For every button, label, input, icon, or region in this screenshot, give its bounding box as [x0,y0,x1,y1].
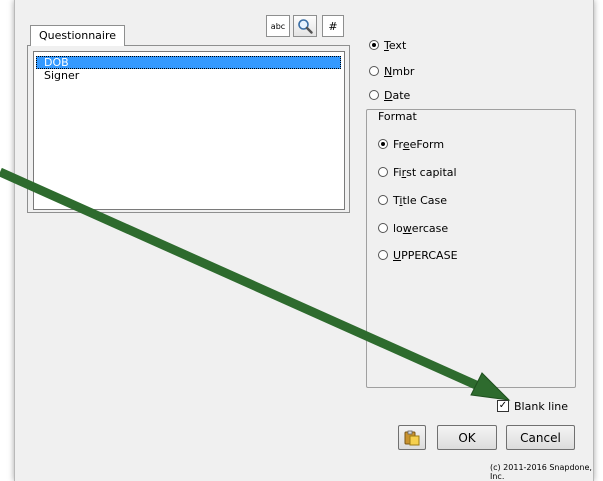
tab-questionnaire[interactable]: Questionnaire [30,25,126,46]
arrow-annotation [0,167,511,401]
tab-label: Questionnaire [39,29,117,42]
